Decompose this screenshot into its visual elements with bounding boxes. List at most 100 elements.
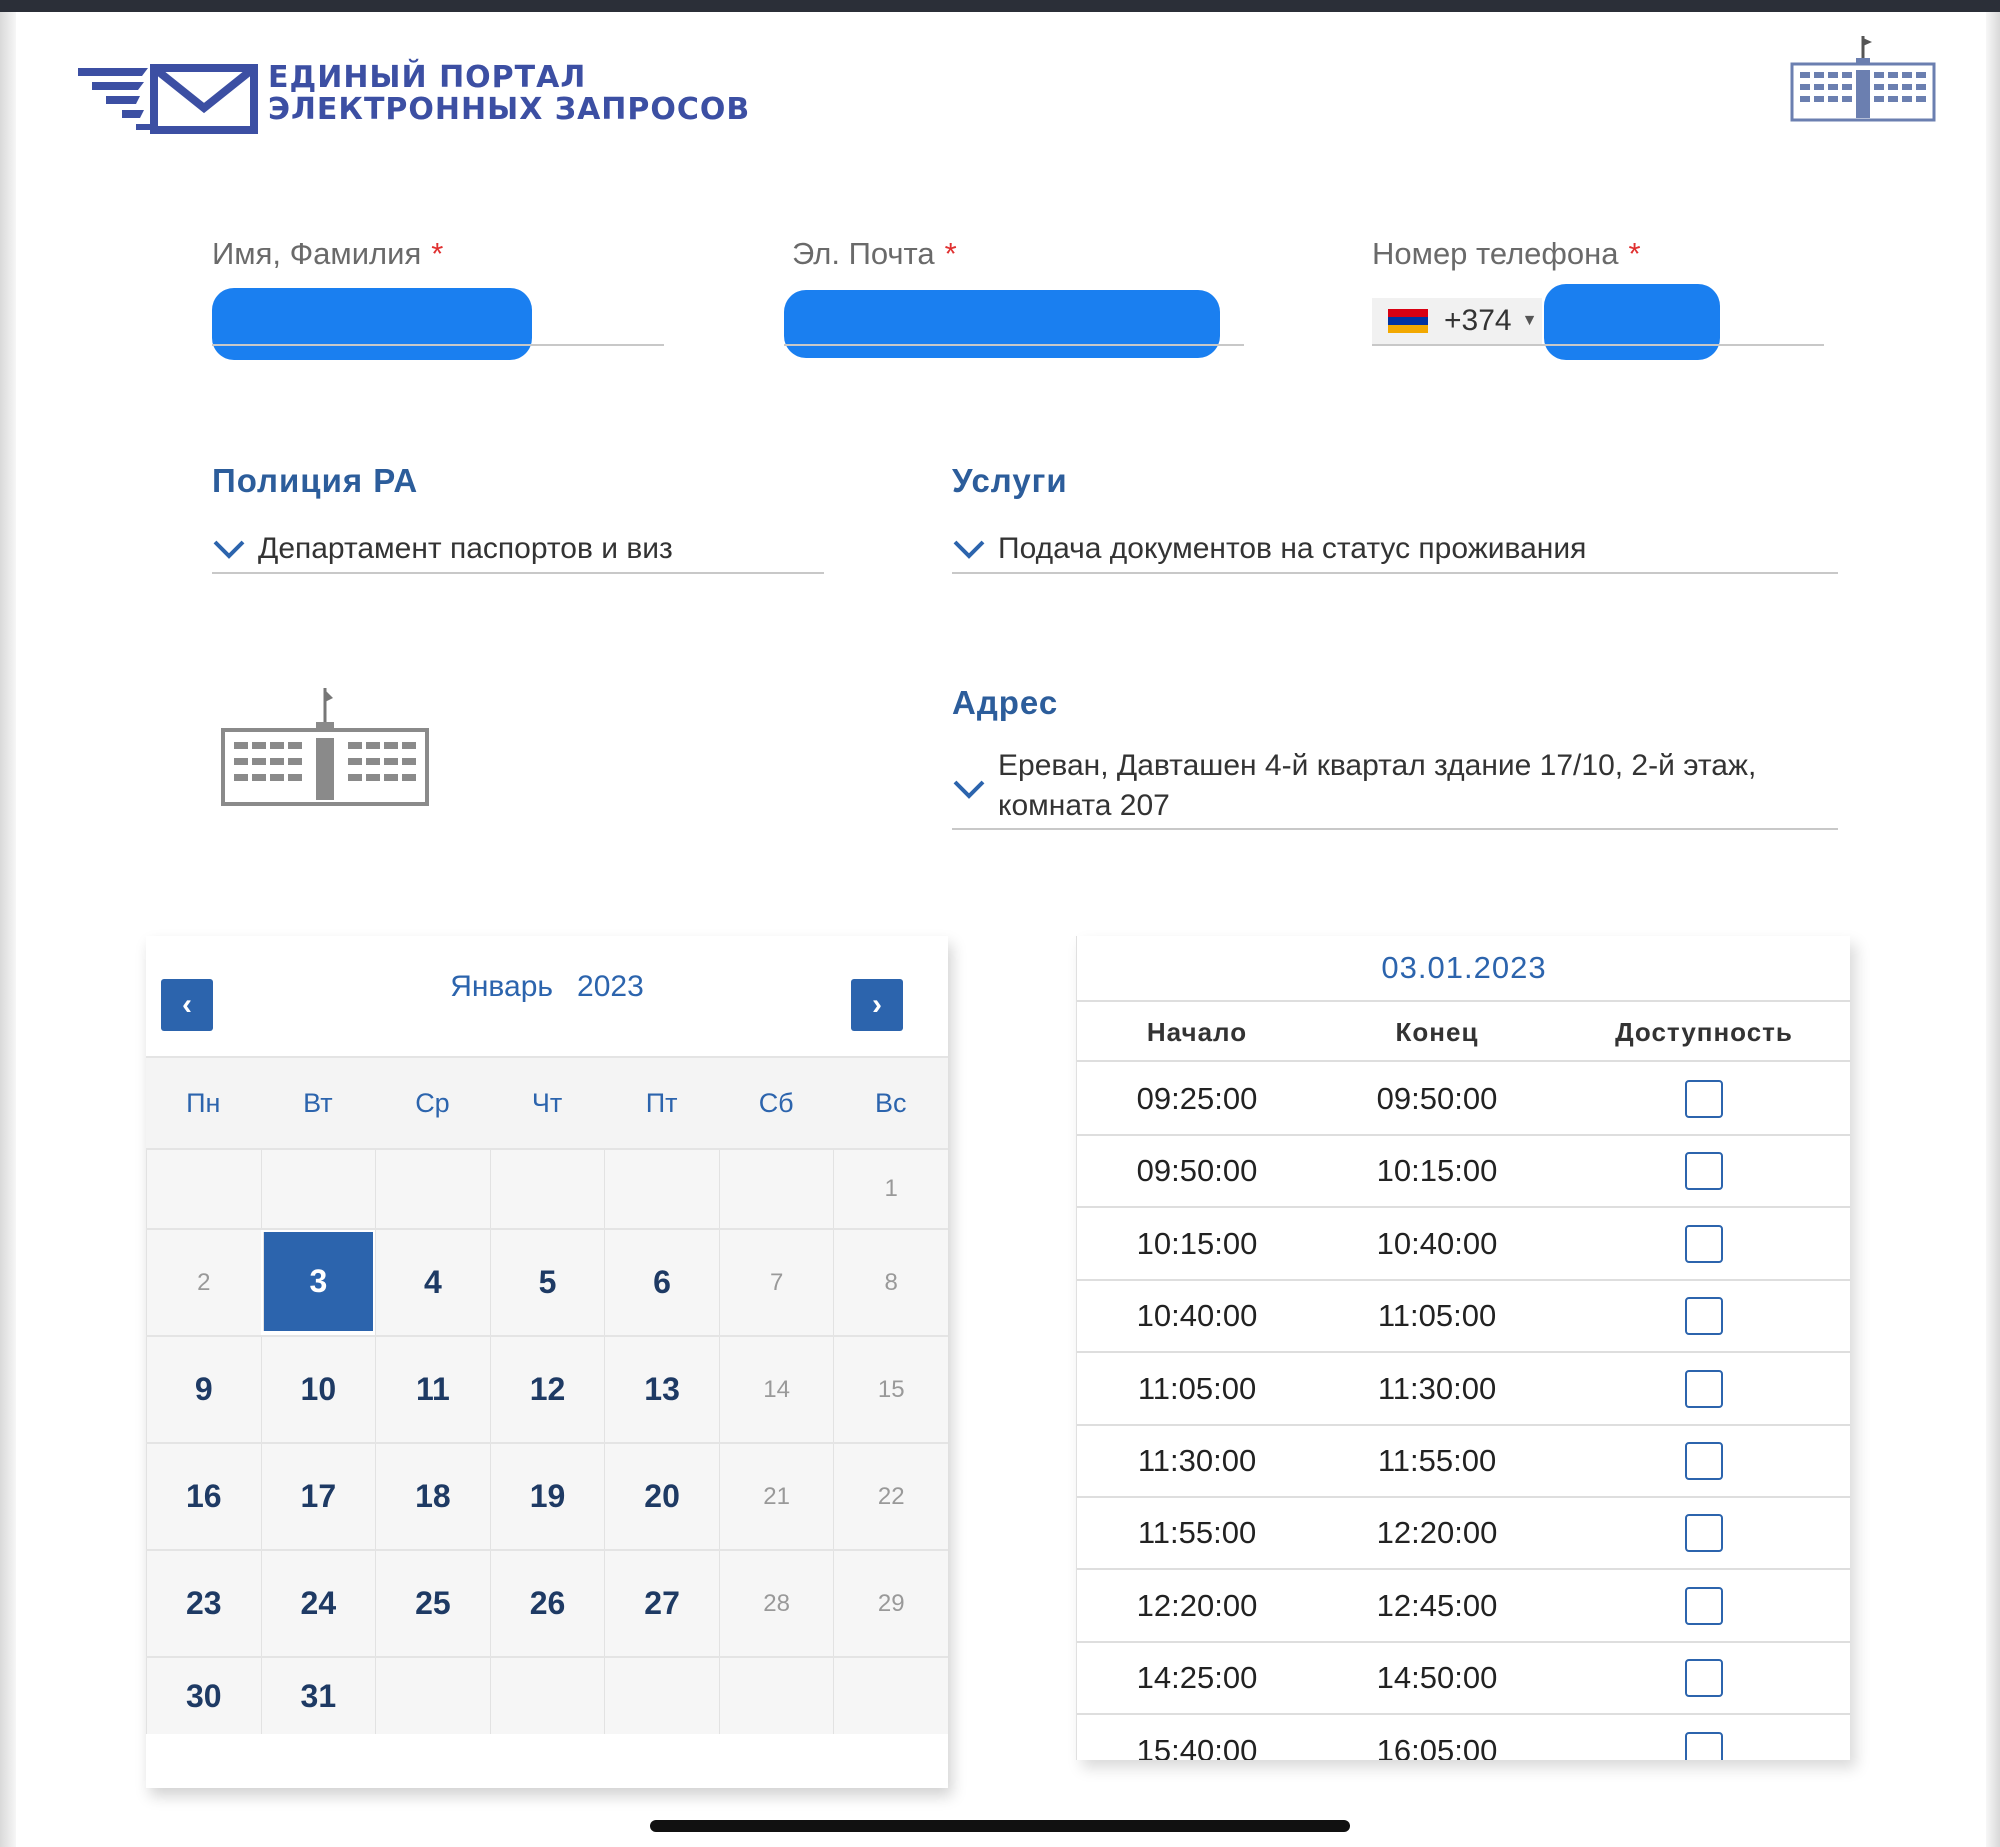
calendar-year: 2023 xyxy=(577,970,644,1003)
slot-end-time: 11:55:00 xyxy=(1377,1443,1497,1478)
calendar-week-row: 2345678 xyxy=(146,1228,948,1335)
slot-availability-checkbox[interactable] xyxy=(1685,1442,1723,1480)
logo-line-1: ЕДИНЫЙ ПОРТАЛ xyxy=(268,60,587,95)
slot-availability-checkbox[interactable] xyxy=(1685,1514,1723,1553)
right-edge xyxy=(1986,12,2000,1847)
calendar-day-22: 22 xyxy=(833,1444,948,1549)
phone-field-label: Номер телефона * xyxy=(1372,236,1641,272)
slot-row: 09:25:00 09:50:00 xyxy=(1077,1064,1850,1136)
department-select[interactable]: Департамент паспортов и виз xyxy=(212,532,673,566)
calendar-month: Январь xyxy=(450,970,554,1003)
slot-availability-checkbox[interactable] xyxy=(1685,1080,1723,1118)
phone-input-redacted[interactable] xyxy=(1544,284,1720,360)
slot-availability-cell xyxy=(1557,1281,1850,1351)
calendar-day-18[interactable]: 18 xyxy=(375,1444,490,1549)
slot-availability-cell xyxy=(1557,1643,1850,1713)
name-input-redacted[interactable] xyxy=(212,288,532,360)
slots-date: 03.01.2023 xyxy=(1077,936,1850,1002)
weekday-header-row: Пн Вт Ср Чт Пт Сб Вс xyxy=(146,1056,948,1148)
chevron-right-icon: › xyxy=(872,988,882,1021)
country-code: +374 xyxy=(1444,304,1512,337)
required-mark: * xyxy=(1628,236,1641,271)
portal-logo-text: ЕДИНЫЙ ПОРТАЛ ЭЛЕКТРОННЫХ ЗАПРОСОВ xyxy=(268,62,750,126)
slot-row: 11:55:00 12:20:00 xyxy=(1077,1498,1850,1571)
weekday-label: Пт xyxy=(645,1087,678,1118)
slot-availability-cell xyxy=(1557,1209,1850,1279)
slot-start-time: 09:50:00 xyxy=(1136,1153,1258,1189)
police-section-title: Полиция РА xyxy=(212,462,419,499)
slot-availability-checkbox[interactable] xyxy=(1685,1369,1723,1408)
slot-availability-checkbox[interactable] xyxy=(1685,1586,1723,1625)
slots-header-row: Начало Конец Доступность xyxy=(1077,1004,1850,1062)
slot-availability-checkbox[interactable] xyxy=(1685,1152,1723,1191)
email-input-redacted[interactable] xyxy=(784,290,1220,358)
device-status-bar xyxy=(0,0,2000,12)
slot-row: 11:30:00 11:55:00 xyxy=(1077,1426,1850,1498)
home-indicator xyxy=(650,1820,1350,1832)
calendar-day-5[interactable]: 5 xyxy=(489,1230,605,1335)
country-code-select[interactable]: +374 ▼ xyxy=(1372,298,1542,344)
calendar-day-1: 1 xyxy=(833,1150,948,1228)
calendar-day-16[interactable]: 16 xyxy=(146,1444,261,1549)
calendar-empty-cell xyxy=(718,1150,834,1228)
address-select[interactable]: Ереван, Давташен 4-й квартал здание 17/1… xyxy=(952,746,1756,826)
slot-end-time: 11:05:00 xyxy=(1377,1298,1497,1334)
phone-label-text: Номер телефона xyxy=(1372,236,1619,271)
calendar-day-25[interactable]: 25 xyxy=(375,1551,490,1656)
calendar-day-10[interactable]: 10 xyxy=(260,1337,376,1442)
government-building-icon xyxy=(1790,36,1936,122)
address-select-value: Ереван, Давташен 4-й квартал здание 17/1… xyxy=(998,746,1756,826)
email-field-label: Эл. Почта * xyxy=(792,236,957,272)
calendar-empty-cell xyxy=(833,1658,948,1734)
slot-availability-checkbox[interactable] xyxy=(1685,1659,1723,1698)
slot-row: 15:40:00 16:05:00 xyxy=(1077,1716,1850,1760)
slot-availability-cell xyxy=(1557,1571,1850,1641)
calendar-day-20[interactable]: 20 xyxy=(604,1444,719,1549)
slot-start-time: 10:15:00 xyxy=(1136,1225,1258,1261)
calendar-empty-cell xyxy=(375,1658,490,1734)
calendar-week-row: 23 24 25 26 27 28 29 xyxy=(146,1549,948,1656)
calendar-empty-cell xyxy=(604,1150,719,1228)
col-start-header: Начало xyxy=(1146,1016,1248,1047)
services-section-title: Услуги xyxy=(952,462,1068,499)
next-month-button[interactable]: › xyxy=(851,979,903,1031)
address-line-1: Ереван, Давташен 4-й квартал здание 17/1… xyxy=(998,749,1757,782)
slot-end-time: 12:45:00 xyxy=(1376,1587,1498,1623)
calendar-day-30[interactable]: 30 xyxy=(146,1658,261,1734)
calendar-day-23[interactable]: 23 xyxy=(146,1551,261,1656)
portal-logo[interactable]: ЕДИНЫЙ ПОРТАЛ ЭЛЕКТРОННЫХ ЗАПРОСОВ xyxy=(78,58,758,138)
service-select[interactable]: Подача документов на статус проживания xyxy=(952,532,1586,566)
calendar-day-4[interactable]: 4 xyxy=(375,1230,490,1335)
weekday-label: Чт xyxy=(531,1087,563,1118)
calendar-header: ‹ Январь 2023 › xyxy=(146,936,948,1056)
calendar-day-27[interactable]: 27 xyxy=(604,1551,719,1656)
calendar-day-3[interactable]: 3 xyxy=(262,1232,374,1331)
slot-availability-checkbox[interactable] xyxy=(1685,1731,1723,1760)
slot-availability-checkbox[interactable] xyxy=(1685,1297,1723,1336)
calendar-day-24[interactable]: 24 xyxy=(260,1551,376,1656)
service-select-value: Подача документов на статус проживания xyxy=(998,532,1587,565)
slot-availability-cell xyxy=(1557,1426,1850,1496)
calendar-day-8: 8 xyxy=(833,1230,948,1335)
calendar-day-9[interactable]: 9 xyxy=(146,1337,261,1442)
calendar-day-17[interactable]: 17 xyxy=(260,1444,376,1549)
calendar-day-6[interactable]: 6 xyxy=(604,1230,719,1335)
slot-availability-cell xyxy=(1557,1354,1850,1424)
calendar-day-21: 21 xyxy=(718,1444,834,1549)
government-building-icon xyxy=(221,688,429,806)
calendar-empty-cell xyxy=(260,1150,376,1228)
email-label-text: Эл. Почта xyxy=(792,236,935,271)
calendar-day-12[interactable]: 12 xyxy=(489,1337,605,1442)
calendar-day-31[interactable]: 31 xyxy=(260,1658,376,1734)
calendar-day-26[interactable]: 26 xyxy=(489,1551,605,1656)
calendar-empty-cell xyxy=(489,1150,605,1228)
weekday-label: Сб xyxy=(758,1087,794,1118)
page: ЕДИНЫЙ ПОРТАЛ ЭЛЕКТРОННЫХ ЗАПРОСОВ Имя, … xyxy=(0,0,2000,1847)
calendar-day-11[interactable]: 11 xyxy=(375,1337,490,1442)
calendar-day-13[interactable]: 13 xyxy=(604,1337,719,1442)
calendar-day-19[interactable]: 19 xyxy=(489,1444,605,1549)
slot-end-time: 11:30:00 xyxy=(1377,1370,1497,1406)
calendar-week-row: 30 31 xyxy=(146,1656,948,1734)
slot-availability-checkbox[interactable] xyxy=(1685,1224,1723,1263)
calendar-empty-cell xyxy=(146,1150,261,1228)
